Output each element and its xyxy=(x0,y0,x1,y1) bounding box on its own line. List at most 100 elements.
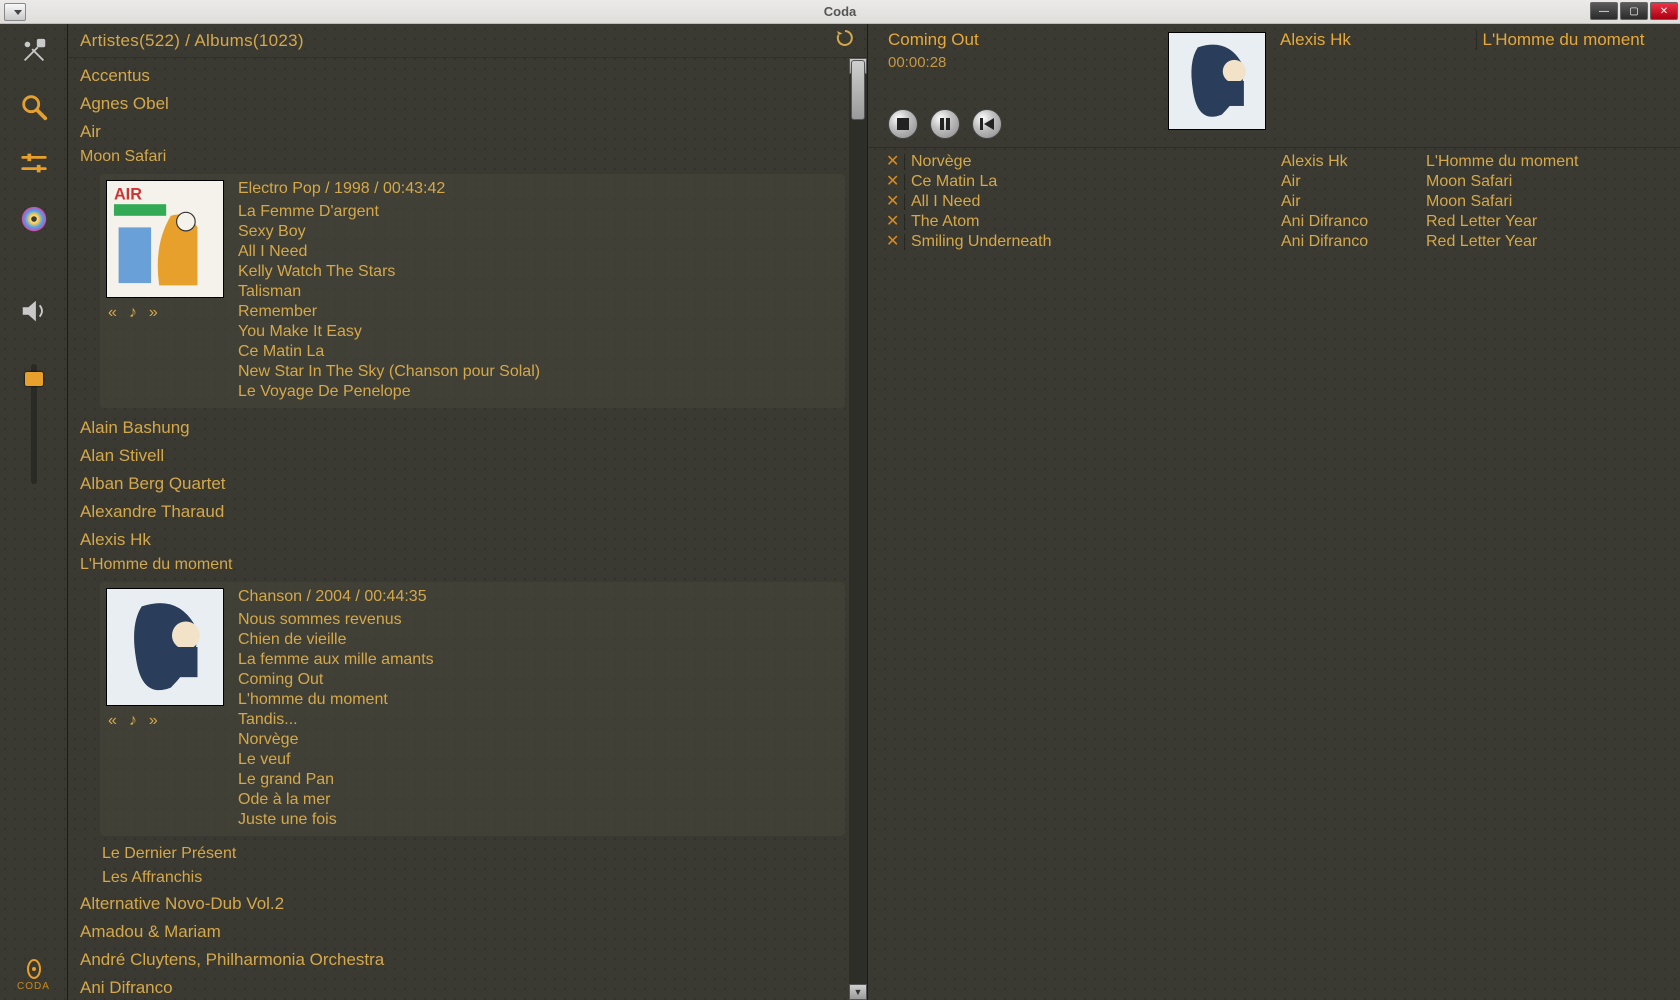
track-row[interactable]: Nous sommes revenus xyxy=(238,610,835,630)
artist-row[interactable]: Amadou & Mariam xyxy=(76,918,845,946)
artist-row[interactable]: Alban Berg Quartet xyxy=(76,470,845,498)
album-prev-icon[interactable]: « xyxy=(108,712,117,730)
separator xyxy=(904,174,905,190)
artist-row[interactable]: Alternative Novo-Dub Vol.2 xyxy=(76,890,845,918)
svg-text:AIR: AIR xyxy=(114,186,142,204)
queue-remove-icon[interactable]: ✕ xyxy=(882,152,902,172)
disc-icon[interactable] xyxy=(17,202,51,236)
track-row[interactable]: Kelly Watch The Stars xyxy=(238,262,835,282)
pause-button[interactable] xyxy=(930,109,960,139)
track-row[interactable]: Sexy Boy xyxy=(238,222,835,242)
queue-row[interactable]: ✕ NorvègeAlexis HkL'Homme du moment xyxy=(882,152,1670,172)
track-row[interactable]: Talisman xyxy=(238,282,835,302)
window-title: Coda xyxy=(0,4,1680,19)
refresh-icon[interactable] xyxy=(835,28,855,53)
queue-remove-icon[interactable]: ✕ xyxy=(882,172,902,192)
album-block: AIR«♪»Electro Pop / 1998 / 00:43:42La Fe… xyxy=(100,174,845,408)
queue-album: L'Homme du moment xyxy=(1426,152,1670,172)
album-title[interactable]: L'Homme du moment xyxy=(76,554,845,578)
queue-artist: Air xyxy=(1281,172,1426,192)
queue-track: Ce Matin La xyxy=(911,172,1281,192)
stop-button[interactable] xyxy=(888,109,918,139)
track-row[interactable]: Le Voyage De Penelope xyxy=(238,382,835,402)
album-row[interactable]: Le Dernier Présent xyxy=(76,842,845,866)
track-row[interactable]: Norvège xyxy=(238,730,835,750)
player-panel: Coming Out 00:00:28 Alexis Hk L'Homme du… xyxy=(868,24,1680,1000)
artist-row[interactable]: Air xyxy=(76,118,845,146)
speaker-icon[interactable] xyxy=(17,294,51,328)
album-next-icon[interactable]: » xyxy=(149,304,158,322)
album-title[interactable]: Moon Safari xyxy=(76,146,845,170)
search-icon[interactable] xyxy=(17,90,51,124)
album-play-icon[interactable]: ♪ xyxy=(129,712,137,730)
album-prev-icon[interactable]: « xyxy=(108,304,117,322)
queue-row[interactable]: ✕Ce Matin LaAirMoon Safari xyxy=(882,172,1670,192)
queue-album: Red Letter Year xyxy=(1426,212,1670,232)
artist-row[interactable]: Ani Difranco xyxy=(76,974,845,1000)
track-row[interactable]: Le grand Pan xyxy=(238,770,835,790)
album-block: «♪»Chanson / 2004 / 00:44:35Nous sommes … xyxy=(100,582,845,836)
library-header: Artistes(522) / Albums(1023) xyxy=(68,24,867,58)
queue-row[interactable]: ✕The AtomAni DifrancoRed Letter Year xyxy=(882,212,1670,232)
artist-row[interactable]: André Cluytens, Philharmonia Orchestra xyxy=(76,946,845,974)
play-queue: ✕ NorvègeAlexis HkL'Homme du moment ✕ Ce Ma… xyxy=(868,148,1680,1000)
window-minimize-button[interactable]: — xyxy=(1590,2,1618,20)
track-row[interactable]: La femme aux mille amants xyxy=(238,650,835,670)
track-row[interactable]: Ce Matin La xyxy=(238,342,835,362)
album-next-icon[interactable]: » xyxy=(149,712,158,730)
track-row[interactable]: Ode à la mer xyxy=(238,790,835,810)
track-row[interactable]: Juste une fois xyxy=(238,810,835,830)
sidebar-toolbar: CODA xyxy=(0,24,68,1000)
queue-track: All I Need xyxy=(911,192,1281,212)
artist-row[interactable]: Alexandre Tharaud xyxy=(76,498,845,526)
track-row[interactable]: New Star In The Sky (Chanson pour Solal) xyxy=(238,362,835,382)
queue-track: Norvège xyxy=(911,152,1281,172)
scroll-down-icon[interactable]: ▼ xyxy=(849,984,867,1000)
volume-slider[interactable] xyxy=(31,364,37,484)
track-row[interactable]: Remember xyxy=(238,302,835,322)
track-row[interactable]: Coming Out xyxy=(238,670,835,690)
queue-album: Moon Safari xyxy=(1426,192,1670,212)
volume-thumb[interactable] xyxy=(25,372,43,386)
queue-row[interactable]: ✕ All I NeedAirMoon Safari xyxy=(882,192,1670,212)
queue-artist: Alexis Hk xyxy=(1281,152,1426,172)
queue-artist: Ani Difranco xyxy=(1281,232,1426,252)
track-row[interactable]: Tandis... xyxy=(238,710,835,730)
artist-row[interactable]: Agnes Obel xyxy=(76,90,845,118)
separator xyxy=(904,194,905,210)
now-playing-track: Coming Out xyxy=(888,30,1156,50)
artist-row[interactable]: Alan Stivell xyxy=(76,442,845,470)
artist-row[interactable]: Alexis Hk xyxy=(76,526,845,554)
artist-row[interactable]: Alain Bashung xyxy=(76,414,845,442)
queue-artist: Ani Difranco xyxy=(1281,212,1426,232)
track-row[interactable]: L'homme du moment xyxy=(238,690,835,710)
app-logo: CODA xyxy=(0,959,67,992)
window-titlebar: Coda — ▢ ✕ xyxy=(0,0,1680,24)
scroll-thumb[interactable] xyxy=(851,60,865,120)
library-breadcrumb[interactable]: Artistes(522) / Albums(1023) xyxy=(80,31,304,51)
album-play-icon[interactable]: ♪ xyxy=(129,304,137,322)
track-row[interactable]: All I Need xyxy=(238,242,835,262)
album-row[interactable]: Les Affranchis xyxy=(76,866,845,890)
track-row[interactable]: Chien de vieille xyxy=(238,630,835,650)
queue-remove-icon[interactable]: ✕ xyxy=(882,192,902,212)
settings-icon[interactable] xyxy=(17,34,51,68)
album-cover xyxy=(106,588,224,706)
queue-remove-icon[interactable]: ✕ xyxy=(882,232,902,252)
artist-row[interactable]: Accentus xyxy=(76,62,845,90)
window-close-button[interactable]: ✕ xyxy=(1650,2,1678,20)
library-scrollbar[interactable]: ▲ ▼ xyxy=(849,58,867,1000)
queue-remove-icon[interactable]: ✕ xyxy=(882,212,902,232)
equalizer-icon[interactable] xyxy=(17,146,51,180)
window-maximize-button[interactable]: ▢ xyxy=(1620,2,1648,20)
track-row[interactable]: La Femme D'argent xyxy=(238,202,835,222)
queue-album: Red Letter Year xyxy=(1426,232,1670,252)
window-menu-button[interactable] xyxy=(4,3,26,21)
queue-row[interactable]: ✕Smiling UnderneathAni DifrancoRed Lette… xyxy=(882,232,1670,252)
now-playing-cover xyxy=(1168,32,1266,130)
queue-artist: Air xyxy=(1281,192,1426,212)
previous-button[interactable] xyxy=(972,109,1002,139)
track-row[interactable]: Le veuf xyxy=(238,750,835,770)
now-playing-artist: Alexis Hk xyxy=(1280,30,1468,50)
track-row[interactable]: You Make It Easy xyxy=(238,322,835,342)
